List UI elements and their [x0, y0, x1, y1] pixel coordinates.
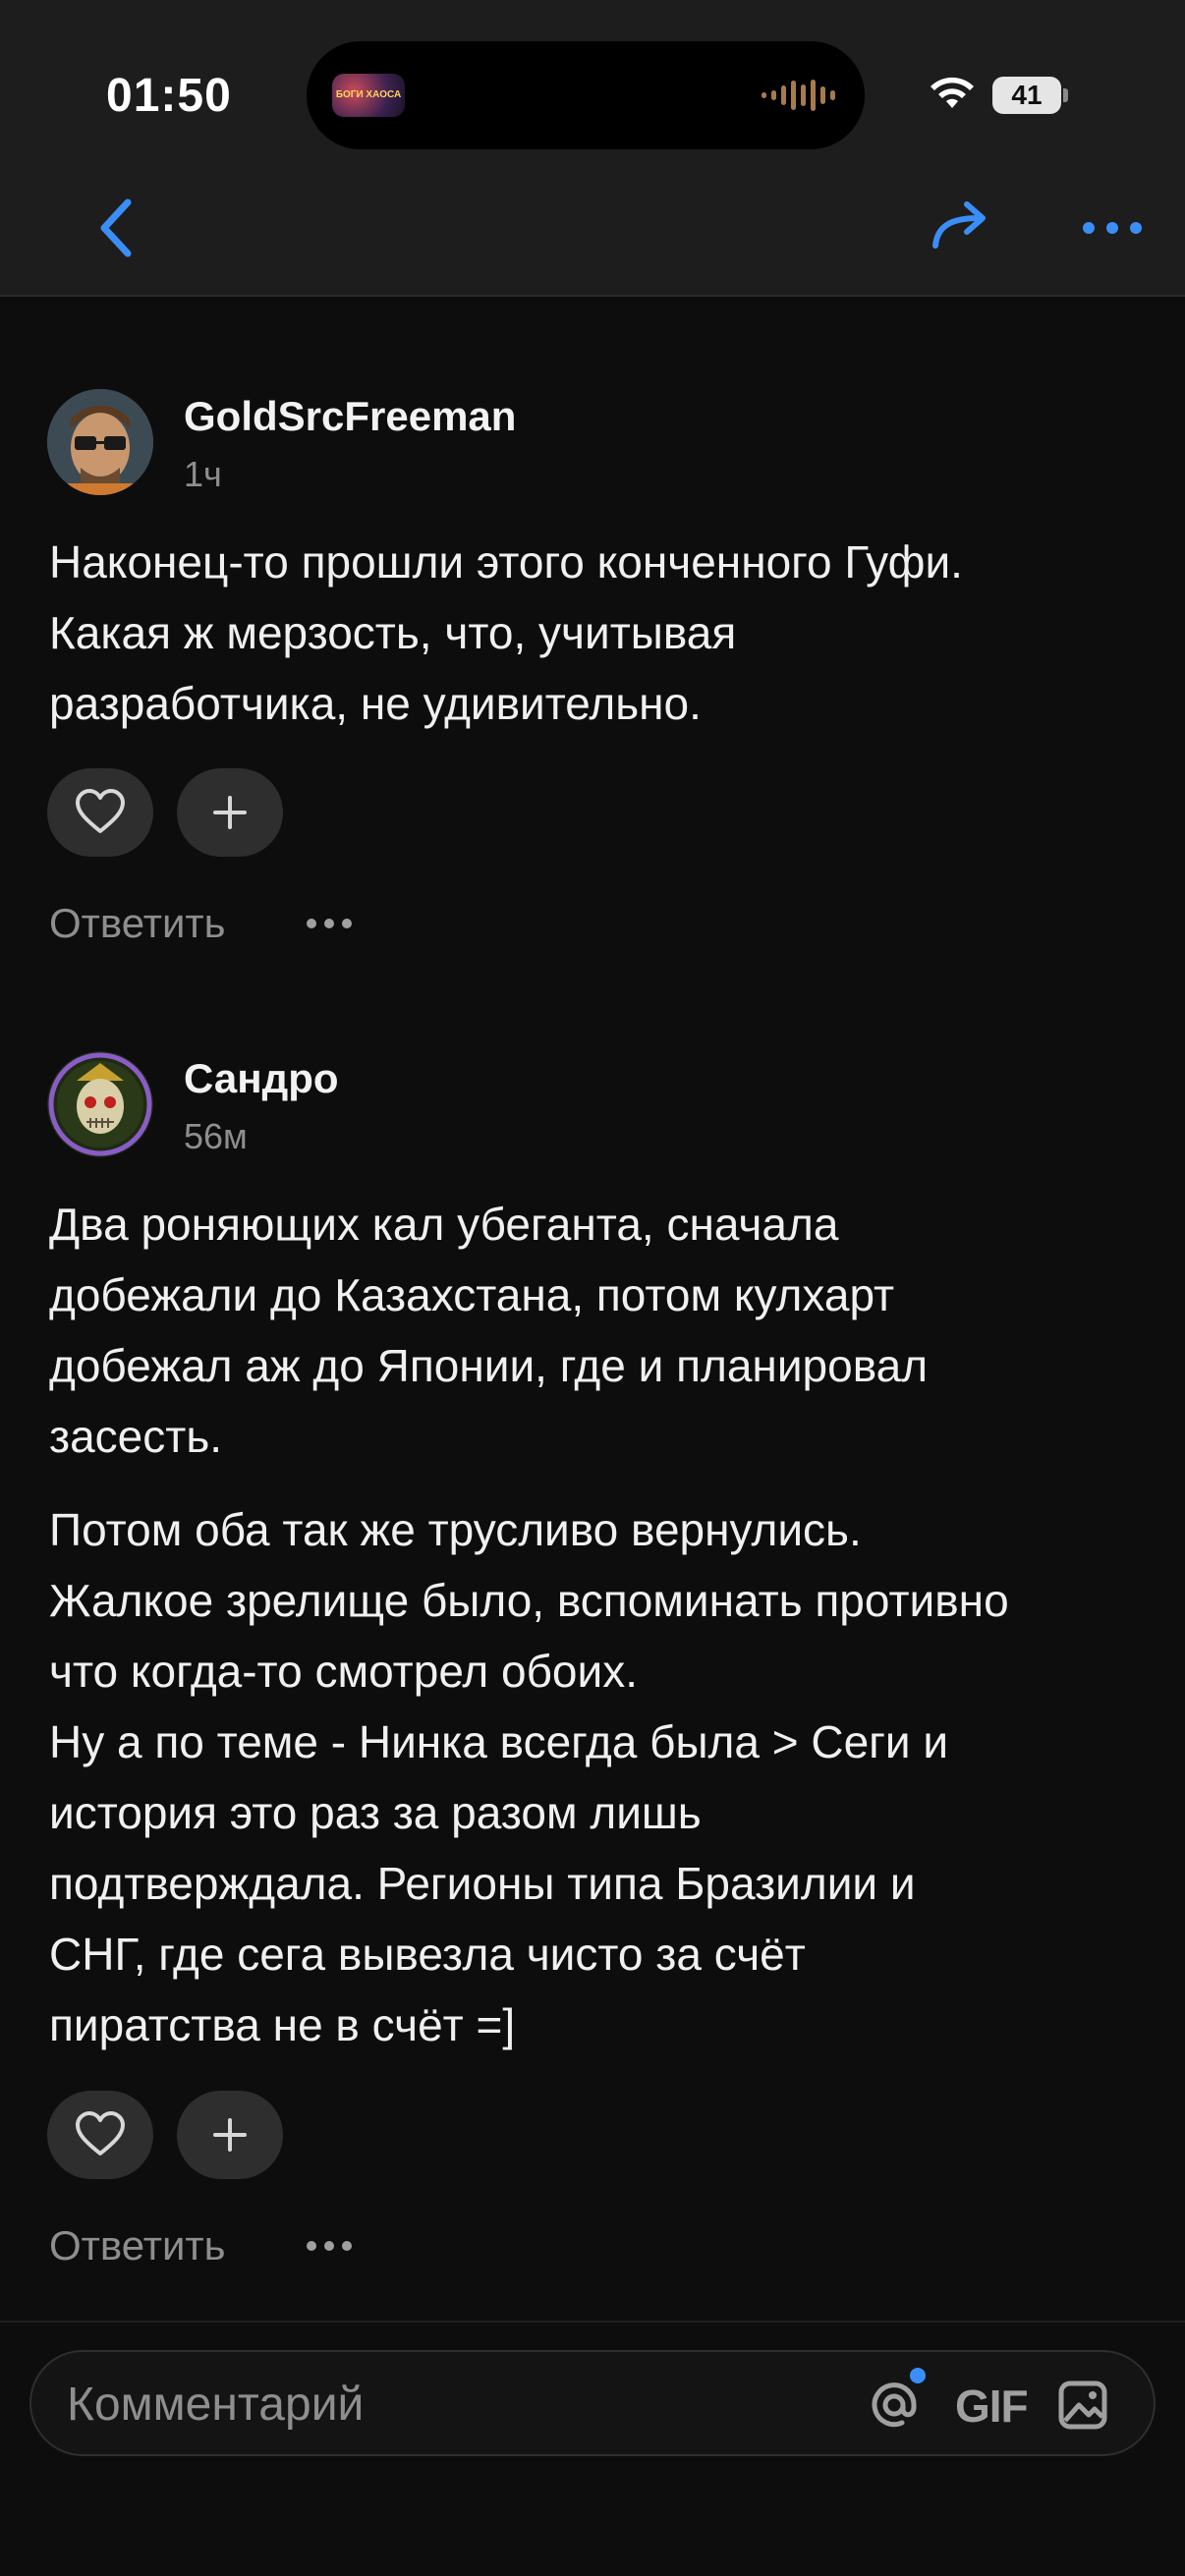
- plus-icon: [213, 796, 247, 829]
- comment-more-icon[interactable]: [305, 2238, 354, 2254]
- comment-author[interactable]: GoldSrcFreeman: [184, 393, 516, 440]
- heart-icon: [76, 789, 125, 833]
- comment-time: 1ч: [184, 454, 222, 494]
- comment-input-placeholder: Комментарий: [67, 2379, 365, 2431]
- heart-icon: [76, 2111, 125, 2156]
- now-playing-artwork: БОГИ ХАОСА: [332, 74, 405, 117]
- more-options-icon[interactable]: [1081, 216, 1144, 240]
- dynamic-island[interactable]: БОГИ ХАОСА: [307, 41, 865, 149]
- comment-text: Два роняющих кал убеганта, сначала добеж…: [49, 1199, 929, 1462]
- notification-dot: [910, 2368, 926, 2383]
- comment-time: 56м: [184, 1116, 248, 1156]
- wifi-icon: [931, 77, 974, 108]
- mention-icon[interactable]: [865, 2376, 924, 2435]
- navigation-bar: [0, 157, 1185, 297]
- plus-icon: [213, 2118, 247, 2152]
- like-button[interactable]: [47, 2091, 153, 2179]
- status-bar: 01:50 БОГИ ХАОСА 41: [0, 0, 1185, 157]
- comment-composer-bar: Комментарий GIF: [0, 2321, 1185, 2576]
- gif-button[interactable]: GIF: [955, 2380, 1029, 2433]
- share-arrow-icon[interactable]: [928, 196, 996, 259]
- app-screen: 01:50 БОГИ ХАОСА 41 GoldSrcFreeman 1ч На…: [0, 0, 1185, 2576]
- back-chevron-icon[interactable]: [88, 196, 151, 259]
- image-picker-icon[interactable]: [1053, 2376, 1112, 2435]
- battery-icon: 41: [992, 77, 1068, 114]
- avatar[interactable]: [47, 389, 153, 495]
- comment-text: Наконец-то прошли этого конченного Гуфи.…: [49, 536, 963, 729]
- comment-author[interactable]: Сандро: [184, 1055, 339, 1102]
- add-reaction-button[interactable]: [177, 768, 283, 857]
- like-button[interactable]: [47, 768, 153, 857]
- reply-button[interactable]: Ответить: [49, 900, 226, 947]
- avatar[interactable]: [47, 1051, 153, 1157]
- status-time: 01:50: [106, 70, 232, 122]
- battery-level: 41: [1011, 80, 1043, 110]
- comment-text: Потом оба так же трусливо вернулись. Жал…: [49, 1504, 1009, 2050]
- comment-more-icon[interactable]: [305, 916, 354, 931]
- add-reaction-button[interactable]: [177, 2091, 283, 2179]
- reply-button[interactable]: Ответить: [49, 2222, 226, 2269]
- comment-input[interactable]: Комментарий GIF: [29, 2350, 1156, 2456]
- audio-waveform-icon: [762, 79, 835, 112]
